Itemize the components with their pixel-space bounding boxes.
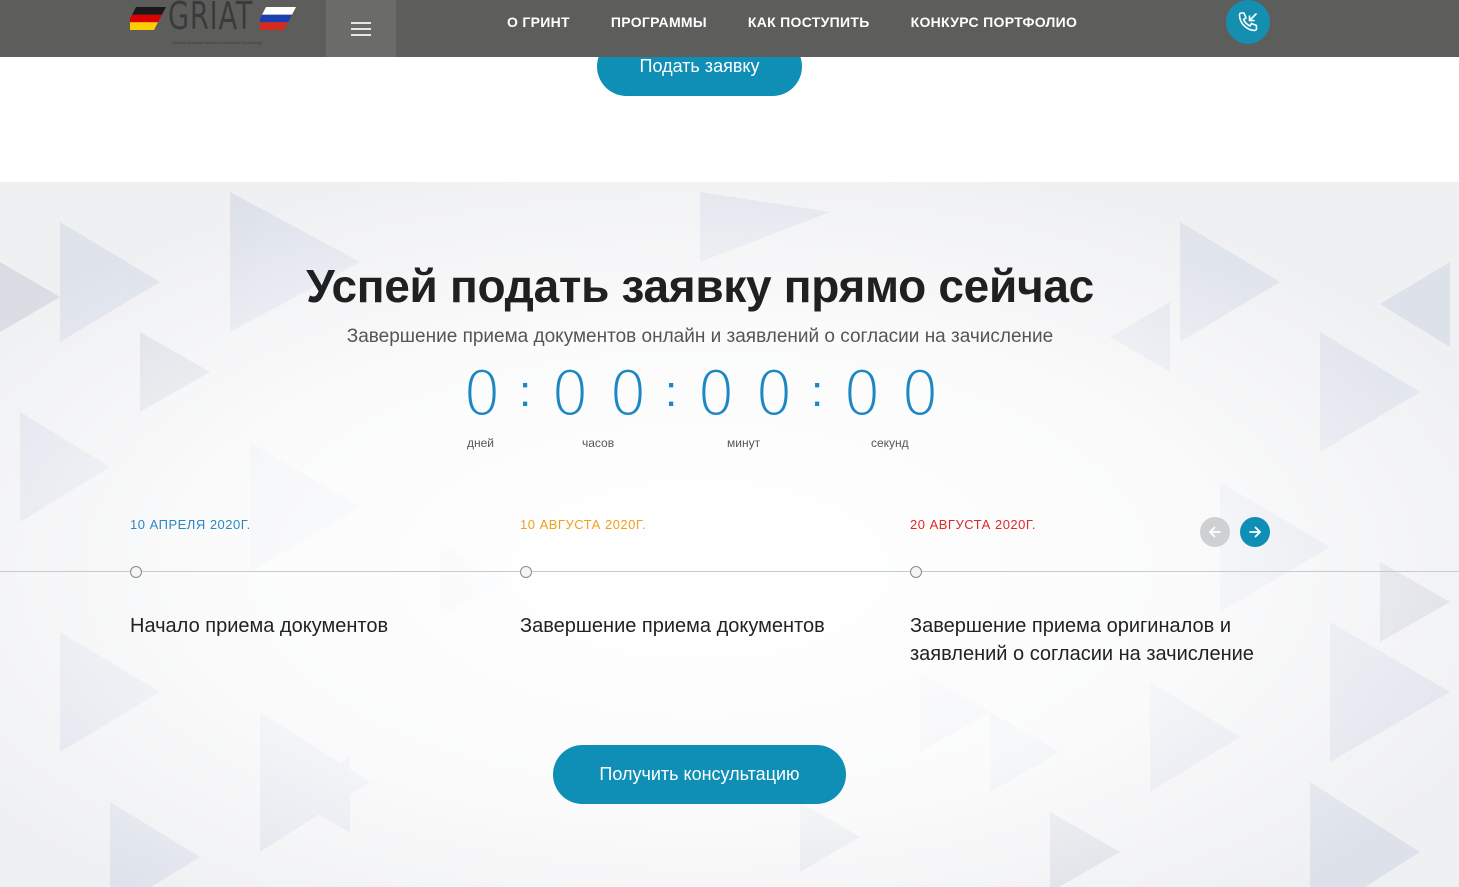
- timeline-dot: [520, 566, 532, 578]
- call-button[interactable]: [1226, 0, 1270, 44]
- timeline-dot: [910, 566, 922, 578]
- phone-incoming-icon: [1238, 12, 1258, 32]
- section-title: Успей подать заявку прямо сейчас: [306, 260, 1094, 312]
- timeline-event-text: Начало приема документов: [130, 615, 389, 637]
- nav-item-portfolio-contest[interactable]: КОНКУРС ПОРТФОЛИО: [911, 14, 1078, 30]
- timeline-dot: [130, 566, 142, 578]
- logo[interactable]: GRIAT German-Russian Institute of Advanc…: [130, 0, 300, 46]
- main-nav: О ГРИНТ ПРОГРАММЫ КАК ПОСТУПИТЬ КОНКУРС …: [507, 0, 1077, 44]
- hamburger-icon: [351, 21, 371, 36]
- countdown-minutes-digit: 0: [697, 359, 736, 429]
- countdown-days-digit: 0: [463, 359, 502, 429]
- countdown-label-days: дней: [467, 436, 495, 450]
- site-header: GRIAT German-Russian Institute of Advanc…: [0, 0, 1459, 57]
- logo-subtitle: German-Russian Institute of Advanced Tec…: [172, 40, 262, 45]
- countdown-label-minutes: минут: [727, 436, 761, 450]
- countdown-separator: :: [519, 367, 532, 416]
- nav-item-admission[interactable]: КАК ПОСТУПИТЬ: [748, 14, 870, 30]
- get-consultation-button[interactable]: Получить консультацию: [553, 745, 846, 804]
- countdown-seconds-digit: 0: [901, 359, 940, 429]
- countdown-seconds-digit: 0: [843, 359, 882, 429]
- timeline-date: 10 АВГУСТА 2020Г.: [520, 517, 646, 532]
- countdown-hours-digit: 0: [551, 359, 590, 429]
- nav-item-about[interactable]: О ГРИНТ: [507, 14, 570, 30]
- timeline-event-text: Завершение приема оригиналов и заявлений…: [910, 615, 1254, 665]
- countdown-label-seconds: секунд: [871, 436, 909, 450]
- deadline-section: Успей подать заявку прямо сейчас Заверше…: [0, 182, 1459, 887]
- timeline-next-button[interactable]: [1240, 517, 1270, 547]
- timeline-event-text: Завершение приема документов: [520, 615, 825, 637]
- countdown-label-hours: часов: [582, 436, 615, 450]
- countdown-separator: :: [665, 367, 678, 416]
- logo-text: GRIAT: [168, 0, 254, 38]
- timeline-date: 20 АВГУСТА 2020Г.: [910, 517, 1036, 532]
- countdown-hours-digit: 0: [609, 359, 648, 429]
- countdown-minutes-digit: 0: [755, 359, 794, 429]
- countdown-timer: 0 : 0 0 : 0 0 : 0 0: [463, 354, 943, 434]
- nav-item-programs[interactable]: ПРОГРАММЫ: [611, 14, 707, 30]
- arrow-left-icon: [1209, 526, 1221, 538]
- russian-flag-icon: [260, 7, 296, 30]
- timeline-date: 10 АПРЕЛЯ 2020Г.: [130, 517, 251, 532]
- timeline-line: [0, 571, 1459, 572]
- arrow-right-icon: [1249, 526, 1261, 538]
- timeline-prev-button[interactable]: [1200, 517, 1230, 547]
- section-subtitle: Завершение приема документов онлайн и за…: [346, 326, 1054, 347]
- menu-button[interactable]: [326, 0, 396, 57]
- countdown-separator: :: [811, 367, 824, 416]
- german-flag-icon: [130, 7, 166, 30]
